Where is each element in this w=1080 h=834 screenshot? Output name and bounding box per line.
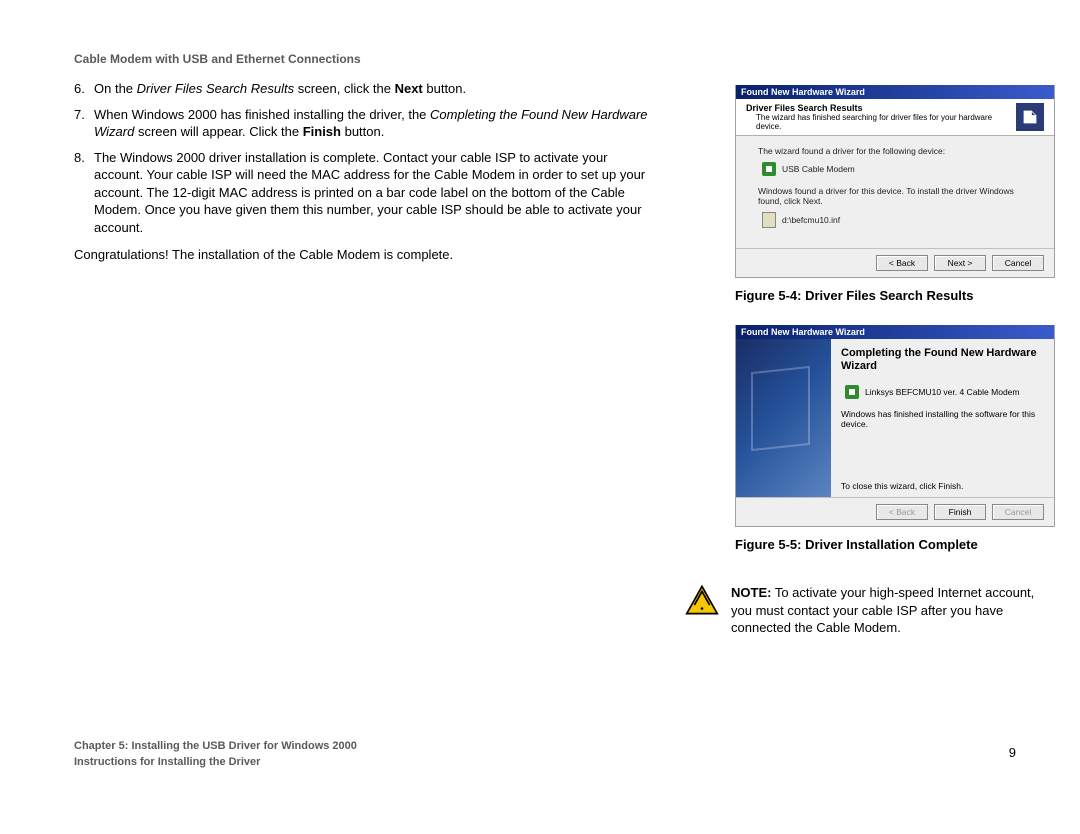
steps-list: 6. On the Driver Files Search Results sc… bbox=[74, 80, 654, 236]
footer-section: Instructions for Installing the Driver bbox=[74, 755, 357, 770]
device-icon bbox=[762, 162, 776, 176]
wizard2-buttonbar: < Back Finish Cancel bbox=[736, 497, 1054, 526]
wizard2-side-graphic bbox=[736, 339, 831, 497]
wizard1-header-title: Driver Files Search Results bbox=[746, 103, 1016, 113]
main-text-column: 6. On the Driver Files Search Results sc… bbox=[74, 80, 654, 277]
cancel-button: Cancel bbox=[992, 504, 1044, 520]
page-number: 9 bbox=[1009, 745, 1016, 760]
wizard1-header: Driver Files Search Results The wizard h… bbox=[736, 99, 1054, 136]
file-path: d:\befcmu10.inf bbox=[782, 215, 840, 225]
footer-chapter: Chapter 5: Installing the USB Driver for… bbox=[74, 739, 357, 754]
wizard1-buttonbar: < Back Next > Cancel bbox=[736, 248, 1054, 277]
congrats-text: Congratulations! The installation of the… bbox=[74, 246, 654, 264]
step-number: 6. bbox=[74, 80, 94, 98]
step-8: 8. The Windows 2000 driver installation … bbox=[74, 149, 654, 237]
device-name: USB Cable Modem bbox=[782, 164, 855, 174]
document-header: Cable Modem with USB and Ethernet Connec… bbox=[74, 52, 361, 66]
step-text: On the Driver Files Search Results scree… bbox=[94, 80, 654, 98]
wizard2-titlebar: Found New Hardware Wizard bbox=[736, 325, 1054, 339]
wizard1-body-line1: The wizard found a driver for the follow… bbox=[758, 146, 1036, 156]
note-text: NOTE: To activate your high-speed Intern… bbox=[731, 584, 1045, 637]
wizard-install-complete: Found New Hardware Wizard Completing the… bbox=[735, 325, 1055, 527]
file-icon bbox=[762, 212, 776, 228]
finish-button[interactable]: Finish bbox=[934, 504, 986, 520]
hardware-icon bbox=[1016, 103, 1044, 131]
figure-5-4-caption: Figure 5-4: Driver Files Search Results bbox=[735, 288, 1055, 303]
cancel-button[interactable]: Cancel bbox=[992, 255, 1044, 271]
figure-5-5-caption: Figure 5-5: Driver Installation Complete bbox=[735, 537, 1055, 552]
wizard2-device-row: Linksys BEFCMU10 ver. 4 Cable Modem bbox=[845, 385, 1044, 399]
note-label: NOTE: bbox=[731, 585, 771, 600]
step-7: 7. When Windows 2000 has finished instal… bbox=[74, 106, 654, 141]
wizard2-device-name: Linksys BEFCMU10 ver. 4 Cable Modem bbox=[865, 387, 1019, 397]
step-number: 8. bbox=[74, 149, 94, 237]
step-number: 7. bbox=[74, 106, 94, 141]
warning-icon bbox=[685, 584, 719, 616]
wizard1-body: The wizard found a driver for the follow… bbox=[736, 136, 1054, 248]
step-text: When Windows 2000 has finished installin… bbox=[94, 106, 654, 141]
note-box: NOTE: To activate your high-speed Intern… bbox=[685, 584, 1045, 637]
step-text: The Windows 2000 driver installation is … bbox=[94, 149, 654, 237]
step-6: 6. On the Driver Files Search Results sc… bbox=[74, 80, 654, 98]
back-button: < Back bbox=[876, 504, 928, 520]
wizard2-main: Completing the Found New Hardware Wizard… bbox=[831, 339, 1054, 497]
wizard1-titlebar: Found New Hardware Wizard bbox=[736, 85, 1054, 99]
wizard-driver-search: Found New Hardware Wizard Driver Files S… bbox=[735, 85, 1055, 278]
wizard2-bottom-text: To close this wizard, click Finish. bbox=[841, 481, 1044, 491]
footer-left: Chapter 5: Installing the USB Driver for… bbox=[74, 739, 357, 770]
note-body: To activate your high-speed Internet acc… bbox=[731, 585, 1034, 635]
file-row: d:\befcmu10.inf bbox=[762, 212, 1036, 228]
right-column: Found New Hardware Wizard Driver Files S… bbox=[735, 85, 1055, 637]
back-button[interactable]: < Back bbox=[876, 255, 928, 271]
wizard2-body-text: Windows has finished installing the soft… bbox=[841, 409, 1044, 429]
wizard2-title: Completing the Found New Hardware Wizard bbox=[841, 347, 1044, 373]
device-row: USB Cable Modem bbox=[762, 162, 1036, 176]
wizard1-header-sub: The wizard has finished searching for dr… bbox=[756, 113, 1016, 131]
next-button[interactable]: Next > bbox=[934, 255, 986, 271]
device-icon bbox=[845, 385, 859, 399]
wizard1-body-line2: Windows found a driver for this device. … bbox=[758, 186, 1036, 206]
wizard1-header-text: Driver Files Search Results The wizard h… bbox=[746, 103, 1016, 131]
wizard2-body: Completing the Found New Hardware Wizard… bbox=[736, 339, 1054, 497]
